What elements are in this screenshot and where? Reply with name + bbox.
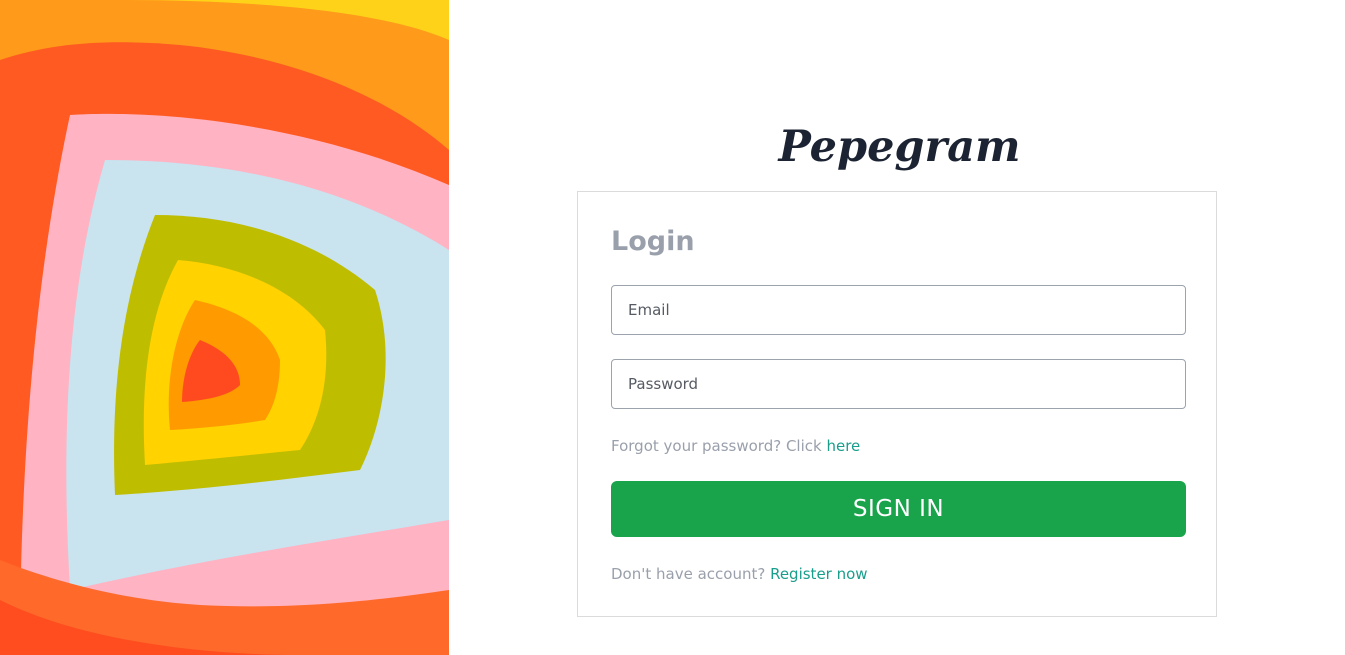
- login-panel: Pepegram Login Forgot your password? Cli…: [449, 0, 1345, 655]
- forgot-password-link[interactable]: here: [826, 437, 860, 455]
- abstract-art-icon: [0, 0, 449, 655]
- hero-image: [0, 0, 449, 655]
- card-title: Login: [611, 226, 695, 257]
- sign-in-button[interactable]: SIGN IN: [611, 481, 1186, 537]
- register-prefix: Don't have account?: [611, 565, 771, 583]
- login-card: Login Forgot your password? Click here S…: [577, 191, 1217, 617]
- register-text: Don't have account? Register now: [611, 565, 868, 583]
- password-input[interactable]: [611, 359, 1186, 409]
- forgot-password-text: Forgot your password? Click here: [611, 437, 860, 455]
- email-input[interactable]: [611, 285, 1186, 335]
- register-link[interactable]: Register now: [770, 565, 867, 583]
- login-page: Pepegram Login Forgot your password? Cli…: [0, 0, 1345, 655]
- forgot-password-prefix: Forgot your password? Click: [611, 437, 827, 455]
- brand-logo: Pepegram: [778, 122, 1021, 172]
